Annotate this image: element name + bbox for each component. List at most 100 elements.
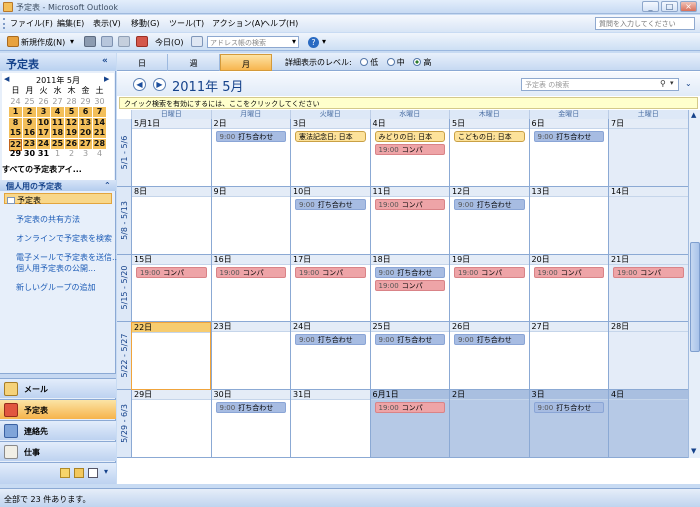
- day-cell[interactable]: 5月1日: [131, 119, 211, 187]
- mini-cal-day[interactable]: 9: [23, 117, 36, 128]
- mini-cal-day[interactable]: 1: [9, 107, 22, 117]
- shortcuts-icon[interactable]: [88, 468, 98, 478]
- day-cell[interactable]: 2日: [449, 390, 529, 458]
- mini-cal-day[interactable]: 11: [51, 117, 64, 128]
- mini-cal-day[interactable]: 8: [9, 117, 22, 128]
- delete-icon[interactable]: [118, 36, 130, 47]
- tab-month[interactable]: 月: [220, 54, 272, 71]
- day-number[interactable]: 11日: [370, 186, 449, 197]
- day-number[interactable]: 10日: [291, 186, 370, 197]
- day-number[interactable]: 12日: [450, 186, 529, 197]
- mini-cal-day[interactable]: 28: [65, 97, 78, 107]
- day-number[interactable]: 4日: [370, 119, 449, 129]
- mini-cal-day[interactable]: 31: [37, 149, 50, 159]
- week-range-label[interactable]: 5/29 - 6/3: [117, 390, 131, 458]
- party-event[interactable]: 19:00 コンパ: [374, 279, 445, 291]
- mini-cal-day[interactable]: 2: [23, 107, 36, 117]
- week-range-label[interactable]: 5/22 - 5/27: [117, 322, 131, 391]
- menu-edit[interactable]: 編集(E): [57, 18, 84, 29]
- day-cell[interactable]: 4日: [608, 390, 688, 458]
- mini-cal-next-button[interactable]: ▶: [104, 75, 109, 83]
- day-cell[interactable]: 9日: [210, 186, 290, 255]
- day-number[interactable]: 5月1日: [132, 119, 211, 129]
- link-publish-calendar[interactable]: 個人用予定表の公開...: [16, 263, 96, 274]
- mini-cal-day[interactable]: 30: [23, 149, 36, 159]
- day-number[interactable]: 23日: [211, 322, 290, 333]
- mini-cal-day[interactable]: 14: [93, 117, 106, 128]
- mini-cal-day[interactable]: 4: [93, 149, 106, 159]
- party-event[interactable]: 19:00 コンパ: [613, 266, 684, 278]
- week-range-label[interactable]: 5/8 - 5/13: [117, 186, 131, 255]
- party-event[interactable]: 19:00 コンパ: [454, 266, 525, 278]
- mini-cal-day[interactable]: 12: [65, 117, 78, 128]
- day-cell[interactable]: 22日: [131, 322, 211, 391]
- address-dropdown-icon[interactable]: ▾: [292, 37, 296, 46]
- link-share-calendar[interactable]: 予定表の共有方法: [16, 214, 80, 225]
- mini-cal-day[interactable]: 2: [65, 149, 78, 159]
- mini-cal-day[interactable]: 28: [93, 138, 106, 149]
- next-month-button[interactable]: ▶: [153, 78, 166, 91]
- mini-cal-day[interactable]: 29: [79, 97, 92, 107]
- scrollbar-thumb[interactable]: [690, 242, 700, 352]
- meeting-event[interactable]: 9:00 打ち合わせ: [374, 266, 445, 278]
- meeting-event[interactable]: 9:00 打ち合わせ: [454, 334, 525, 346]
- move-to-folder-icon[interactable]: [101, 36, 113, 47]
- mini-cal-day[interactable]: 6: [79, 107, 92, 117]
- mini-cal-day[interactable]: 19: [65, 128, 78, 138]
- day-cell[interactable]: 4日 みどりの日; 日本 19:00 コンパ: [369, 119, 449, 187]
- mini-cal-day[interactable]: 25: [23, 97, 36, 107]
- day-cell[interactable]: 12日 9:00 打ち合わせ: [449, 186, 529, 255]
- expand-search-icon[interactable]: ⌄: [685, 79, 692, 88]
- menu-go[interactable]: 移動(G): [131, 18, 159, 29]
- mini-cal-day[interactable]: 30: [93, 97, 106, 107]
- mini-cal-day[interactable]: 15: [9, 128, 22, 138]
- meeting-event[interactable]: 9:00 打ち合わせ: [454, 198, 525, 210]
- my-calendars-header[interactable]: 個人用の予定表 ⌃: [0, 180, 116, 191]
- mini-cal-day[interactable]: 16: [23, 128, 36, 138]
- meeting-event[interactable]: 9:00 打ち合わせ: [374, 334, 445, 346]
- day-cell[interactable]: 15日 19:00 コンパ: [131, 254, 211, 323]
- party-event[interactable]: 19:00 コンパ: [374, 402, 445, 414]
- today-button[interactable]: 今日(O): [155, 37, 184, 48]
- mini-cal-day[interactable]: 13: [79, 117, 92, 128]
- day-cell[interactable]: 16日 19:00 コンパ: [210, 254, 290, 323]
- day-cell[interactable]: 31日: [290, 390, 370, 458]
- maximize-button[interactable]: □: [661, 1, 678, 12]
- vertical-scrollbar[interactable]: ▲ ▼: [688, 110, 700, 458]
- mini-cal-day[interactable]: 1: [51, 149, 64, 159]
- quick-search-info-bar[interactable]: クイック検索を有効にするには、ここをクリックしてください: [119, 97, 698, 109]
- mini-cal-day[interactable]: 5: [65, 107, 78, 117]
- day-cell[interactable]: 24日 9:00 打ち合わせ: [290, 322, 370, 391]
- day-cell[interactable]: 3日 憲法記念日; 日本: [290, 119, 370, 187]
- new-button[interactable]: 新規作成(N): [21, 37, 65, 48]
- calendar-checkbox-item[interactable]: 予定表: [4, 193, 112, 205]
- nav-button-tasks[interactable]: 仕事: [0, 441, 116, 461]
- nav-button-contacts[interactable]: 連絡先: [0, 420, 116, 440]
- day-cell[interactable]: 28日: [608, 322, 688, 391]
- print-icon[interactable]: [84, 36, 96, 47]
- link-new-group[interactable]: 新しいグループの追加: [16, 282, 96, 293]
- menu-file[interactable]: ファイル(F): [10, 18, 53, 29]
- day-cell[interactable]: 23日: [210, 322, 290, 391]
- folder-list-icon[interactable]: [74, 468, 84, 478]
- mini-cal-day[interactable]: 3: [79, 149, 92, 159]
- day-number[interactable]: 2日: [211, 119, 290, 129]
- chevron-up-icon[interactable]: ⌃: [104, 181, 111, 190]
- mini-cal-day[interactable]: 4: [51, 107, 64, 117]
- holiday-event[interactable]: 憲法記念日; 日本: [295, 131, 366, 142]
- nav-button-mail[interactable]: メール: [0, 378, 116, 398]
- day-number[interactable]: 31日: [291, 390, 370, 401]
- all-calendar-items-button[interactable]: すべての予定表アイ...: [2, 164, 114, 176]
- mini-cal-day[interactable]: 25: [51, 138, 64, 149]
- prev-month-button[interactable]: ◀: [133, 78, 146, 91]
- collapse-nav-button[interactable]: «: [102, 56, 108, 66]
- day-cell[interactable]: 18日 9:00 打ち合わせ 19:00 コンパ: [369, 254, 449, 323]
- mini-cal-day[interactable]: 18: [51, 128, 64, 138]
- day-number[interactable]: 25日: [370, 322, 449, 333]
- detail-high-radio[interactable]: [413, 58, 422, 66]
- calendar-search-input[interactable]: 予定表 の検索 ⚲ ▾: [521, 78, 679, 91]
- nav-button-calendar[interactable]: 予定表: [0, 399, 116, 419]
- party-event[interactable]: 19:00 コンパ: [533, 266, 604, 278]
- tab-week[interactable]: 週: [168, 54, 220, 71]
- configure-buttons-icon[interactable]: ▾: [104, 467, 108, 476]
